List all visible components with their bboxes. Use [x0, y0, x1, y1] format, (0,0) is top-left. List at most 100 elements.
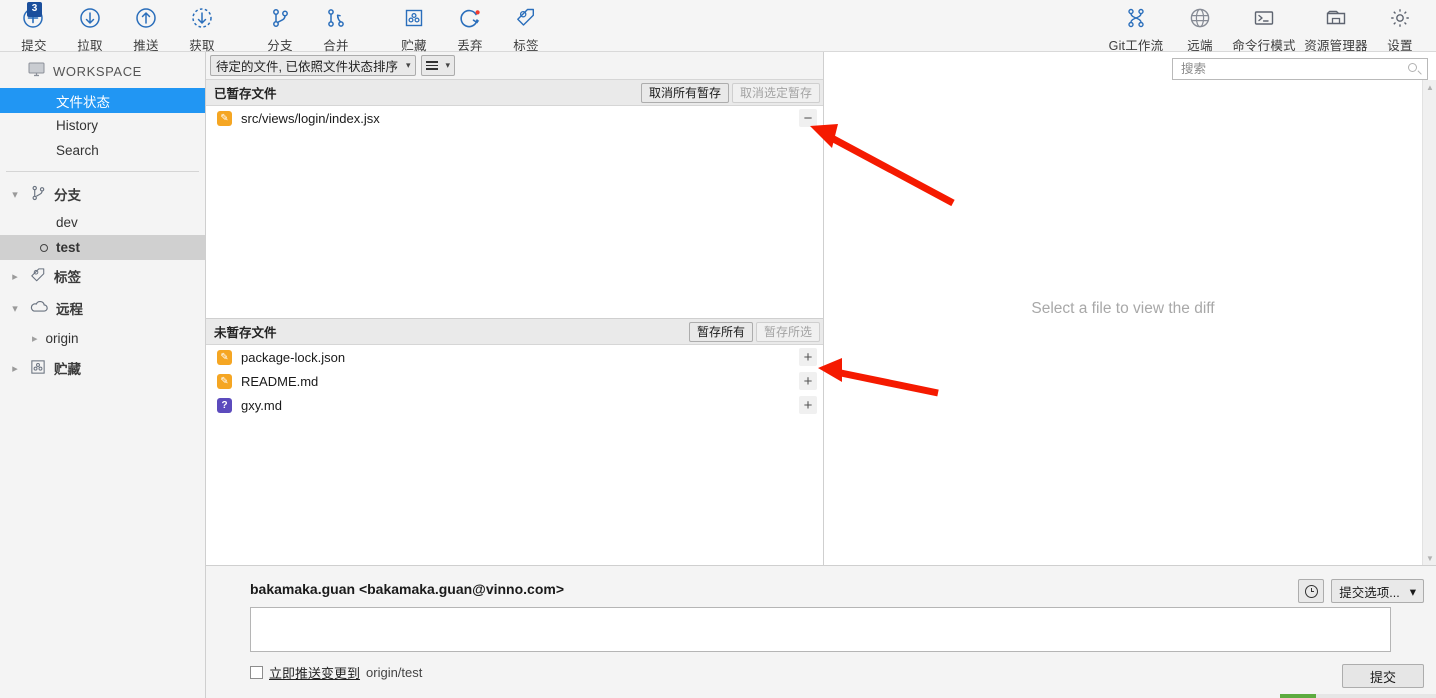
view-mode-dropdown[interactable]: ▾ [421, 55, 456, 76]
clock-icon [1304, 584, 1318, 598]
unstaged-section-title: 未暂存文件 [214, 326, 277, 340]
toolbar-button-commit[interactable]: 3 提交 [6, 0, 62, 54]
main-toolbar: 3 提交 拉取 推送 获取 分支 合并 贮藏 丢弃 标签 Git工作流 远端 命… [0, 0, 1436, 54]
sidebar-branch-dev[interactable]: dev [0, 210, 205, 235]
chevron-right-icon: ▸ [12, 270, 18, 283]
tag-icon [513, 5, 539, 31]
diff-vertical-scrollbar[interactable]: ▲ ▼ [1422, 80, 1436, 565]
sort-filter-dropdown[interactable]: 待定的文件, 已依照文件状态排序 ▾ [210, 55, 417, 76]
push-immediately-label: 立即推送变更到 [269, 666, 361, 681]
sort-filter-value: 待定的文件, 已依照文件状态排序 [216, 60, 398, 74]
stage-file-button[interactable]: + [799, 396, 817, 414]
stage-selected-button[interactable]: 暂存所选 [755, 321, 820, 342]
table-row[interactable]: ✎ README.md + [206, 369, 823, 393]
pull-down-arrow-icon [77, 5, 103, 31]
sidebar-item-file-status[interactable]: 文件状态 [0, 88, 205, 113]
modified-file-icon: ✎ [217, 373, 232, 389]
sidebar-branch-test[interactable]: test [0, 235, 205, 260]
chevron-down-icon: ▾ [445, 60, 451, 70]
merge-icon [323, 5, 349, 31]
toolbar-button-stash[interactable]: 贮藏 [386, 0, 442, 54]
file-name: README.md [241, 373, 319, 389]
commit-author: bakamaka.guan <bakamaka.guan@vinno.com> [250, 581, 564, 597]
push-target-branch: origin/test [366, 665, 423, 680]
commit-history-button[interactable] [1298, 579, 1324, 603]
discard-refresh-icon [457, 5, 483, 31]
button-label: 取消所有暂存 [648, 86, 721, 100]
commit-options-button[interactable]: 提交选项... ▾ [1331, 579, 1424, 603]
stage-all-button[interactable]: 暂存所有 [688, 321, 753, 342]
diff-panel: Select a file to view the diff ▲ ▼ [823, 52, 1436, 565]
sidebar-item-search[interactable]: Search [0, 138, 205, 163]
file-name: gxy.md [241, 397, 282, 413]
status-progress-bar [1280, 694, 1436, 698]
table-row[interactable]: ? gxy.md + [206, 393, 823, 417]
search-input[interactable] [1179, 61, 1408, 77]
globe-icon [1187, 5, 1213, 31]
push-immediately-checkbox[interactable] [250, 666, 263, 679]
push-option-row[interactable]: 立即推送变更到 origin/test [250, 663, 422, 682]
filter-toolbar: 待定的文件, 已依照文件状态排序 ▾ ▾ [206, 52, 823, 80]
scroll-up-icon[interactable]: ▲ [1423, 80, 1436, 94]
scroll-down-icon[interactable]: ▼ [1423, 551, 1436, 565]
chevron-right-icon: ▸ [32, 332, 38, 345]
branch-row-dev[interactable]: dev [0, 210, 205, 235]
stage-file-button[interactable]: + [799, 372, 817, 390]
diff-search-box[interactable] [1172, 58, 1428, 80]
button-label: 暂存所选 [763, 325, 812, 339]
toolbar-button-fetch[interactable]: 获取 [174, 0, 230, 54]
fetch-dashed-arrow-icon [189, 5, 215, 31]
toolbar-button-merge[interactable]: 合并 [308, 0, 364, 54]
unstage-file-button[interactable]: − [799, 109, 817, 127]
toolbar-button-explorer[interactable]: 资源管理器 [1300, 0, 1372, 54]
chevron-down-icon: ▾ [1409, 584, 1416, 599]
sidebar-group-label: 分支 [54, 188, 81, 203]
branch-row-test[interactable]: test [0, 235, 205, 260]
current-branch-dot-icon [40, 243, 48, 252]
table-row[interactable]: ✎ package-lock.json + [206, 345, 823, 369]
sidebar-group-tags[interactable]: ▸ 标签 [0, 260, 205, 292]
commit-panel: bakamaka.guan <bakamaka.guan@vinno.com> … [206, 565, 1436, 698]
unstage-selected-button[interactable]: 取消选定暂存 [731, 82, 820, 103]
toolbar-button-gitflow[interactable]: Git工作流 [1100, 0, 1172, 54]
file-name: package-lock.json [241, 349, 346, 365]
branch-label: test [56, 240, 81, 255]
unstage-all-button[interactable]: 取消所有暂存 [640, 82, 729, 103]
diff-empty-message: Select a file to view the diff [1031, 299, 1215, 317]
remote-label: origin [45, 330, 79, 346]
toolbar-button-tag[interactable]: 标签 [498, 0, 554, 54]
toolbar-button-branch[interactable]: 分支 [252, 0, 308, 54]
modified-file-icon: ✎ [217, 349, 232, 365]
unstaged-section-header: 未暂存文件 暂存所有 暂存所选 [206, 319, 823, 345]
git-flow-icon [1123, 5, 1149, 31]
toolbar-button-discard[interactable]: 丢弃 [442, 0, 498, 54]
workspace-header: WORKSPACE [0, 52, 205, 88]
list-view-icon [426, 61, 439, 70]
stage-file-button[interactable]: + [799, 348, 817, 366]
table-row[interactable]: ✎ src/views/login/index.jsx − [206, 106, 823, 130]
sidebar-group-label: 标签 [54, 270, 81, 285]
sidebar-group-stashes[interactable]: ▸ 贮藏 [0, 352, 205, 384]
toolbar-button-settings[interactable]: 设置 [1372, 0, 1428, 54]
toolbar-button-remote[interactable]: 远端 [1172, 0, 1228, 54]
commit-options-label: 提交选项... [1339, 585, 1400, 600]
sidebar-item-label: History [56, 118, 99, 133]
branch-label: dev [56, 215, 78, 230]
sidebar-group-branches[interactable]: ▾ 分支 [0, 178, 205, 210]
commit-button[interactable]: 提交 [1342, 664, 1424, 688]
terminal-icon [1251, 5, 1277, 31]
staged-section-header: 已暂存文件 取消所有暂存 取消选定暂存 [206, 80, 823, 106]
commit-message-input[interactable] [250, 607, 1391, 652]
monitor-icon [28, 62, 45, 80]
toolbar-button-pull[interactable]: 拉取 [62, 0, 118, 54]
sidebar-remote-origin[interactable]: ▸ origin [0, 324, 205, 352]
sidebar-item-history[interactable]: History [0, 113, 205, 138]
sidebar-item-label: Search [56, 143, 99, 158]
button-label: 取消选定暂存 [739, 86, 812, 100]
untracked-file-icon: ? [217, 397, 232, 413]
sidebar-item-label: 文件状态 [56, 94, 110, 110]
sidebar-group-remotes[interactable]: ▾ 远程 [0, 292, 205, 324]
chevron-down-icon: ▾ [12, 188, 18, 201]
toolbar-button-terminal[interactable]: 命令行模式 [1228, 0, 1300, 54]
toolbar-button-push[interactable]: 推送 [118, 0, 174, 54]
